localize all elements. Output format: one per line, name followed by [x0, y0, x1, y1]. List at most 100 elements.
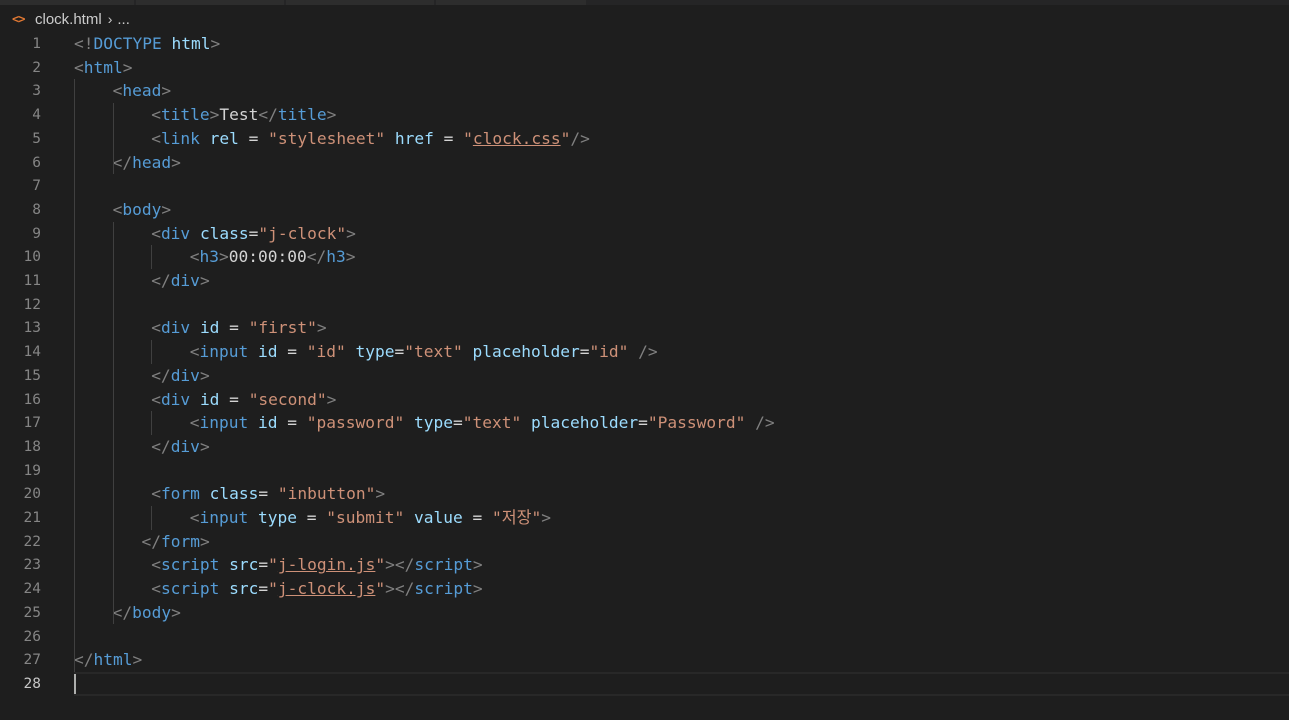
token-str: ": [560, 128, 571, 148]
code-line[interactable]: 28: [0, 671, 1289, 696]
token-link: clock.css: [472, 128, 561, 148]
token-punc: >: [161, 81, 172, 101]
code-line[interactable]: 26: [0, 625, 1289, 649]
code-line[interactable]: 19: [0, 459, 1289, 483]
code-line[interactable]: 3 <head>: [0, 79, 1289, 103]
token-str: "j-clock": [258, 223, 347, 243]
token-tag: div: [170, 436, 200, 456]
code-text: <input type = "submit" value = "저장">: [190, 508, 551, 528]
code-line[interactable]: 25 </body>: [0, 601, 1289, 625]
token-tag: html: [93, 650, 133, 670]
line-number: 10: [23, 249, 41, 266]
code-line[interactable]: 8 <body>: [0, 198, 1289, 222]
token-punc: />: [638, 342, 658, 362]
code-line[interactable]: 17 <input id = "password" type="text" pla…: [0, 411, 1289, 435]
token-punc: >: [345, 247, 356, 267]
indent-guide: [151, 340, 153, 364]
code-line[interactable]: 10 <h3>00:00:00</h3>: [0, 245, 1289, 269]
token-punc: <: [151, 223, 161, 243]
token-punc: >: [210, 34, 221, 53]
line-number: 23: [23, 557, 41, 574]
token-punc: >: [326, 389, 337, 409]
token-str: "Password": [647, 413, 746, 433]
code-line[interactable]: 9 <div class="j-clock">: [0, 222, 1289, 246]
code-line[interactable]: 6 </head>: [0, 151, 1289, 175]
token-tag: input: [199, 508, 249, 527]
code-line[interactable]: 2 <html>: [0, 56, 1289, 80]
code-line[interactable]: 7: [0, 174, 1289, 198]
line-number: 21: [23, 510, 41, 526]
token-punc: <: [151, 105, 161, 125]
token-str: "submit": [326, 508, 405, 527]
token-attr: type: [258, 508, 298, 527]
code-line[interactable]: 1 <!DOCTYPE html>: [0, 32, 1289, 56]
token-punc: />: [755, 413, 775, 433]
code-line[interactable]: 20 <form class= "inbutton">: [0, 482, 1289, 506]
line-number: 12: [23, 296, 41, 313]
token-tag: input: [199, 413, 249, 433]
indent-guide: [74, 79, 75, 672]
indent-guide: [151, 245, 153, 269]
token-text: =: [462, 508, 492, 527]
code-line[interactable]: 5 <link rel = "stylesheet" href = "clock.…: [0, 127, 1289, 151]
indent-guide: [151, 506, 153, 530]
code-line[interactable]: 21 <input type = "submit" value = "저장">: [0, 506, 1289, 530]
token-punc: <: [189, 508, 200, 527]
code-line[interactable]: 14 <input id = "id" type="text" placehold…: [0, 340, 1289, 364]
token-attr: placeholder: [472, 342, 580, 362]
token-attr: value: [413, 508, 463, 527]
line-number: 11: [23, 273, 41, 289]
token-tag: html: [83, 57, 123, 77]
token-attr: placeholder: [530, 413, 639, 433]
token-punc: >: [132, 650, 143, 670]
code-line[interactable]: 22 </form>: [0, 530, 1289, 554]
line-number: 14: [23, 344, 41, 361]
line-number: 6: [32, 154, 41, 171]
breadcrumb-more[interactable]: ...: [117, 11, 130, 28]
token-punc: <!: [74, 34, 94, 53]
token-attr: id: [258, 342, 278, 362]
token-tag: form: [161, 531, 201, 551]
token-punc: <: [151, 484, 161, 504]
code-text: <head>: [113, 81, 171, 101]
token-punc: >: [209, 105, 220, 125]
code-line[interactable]: 23 <script src="j-login.js"></script>: [0, 553, 1289, 577]
token-punc: >: [472, 555, 483, 575]
token-punc: </: [306, 247, 327, 267]
code-line[interactable]: 27 </html>: [0, 648, 1289, 672]
code-line[interactable]: 13 <div id = "first">: [0, 316, 1289, 340]
token-text: =: [433, 128, 464, 148]
code-line[interactable]: 18 </div>: [0, 435, 1289, 459]
token-tag: input: [199, 342, 249, 362]
token-tag: div: [160, 389, 191, 409]
token-text: =: [238, 128, 269, 148]
code-text: <body>: [113, 200, 171, 220]
token-punc: </: [151, 436, 171, 456]
token-tag: head: [132, 152, 172, 172]
code-line[interactable]: 11 </div>: [0, 269, 1289, 293]
token-attr: src: [229, 579, 259, 599]
code-line[interactable]: 24 <script src="j-clock.js"></script>: [0, 577, 1289, 601]
code-line[interactable]: 4 <title>Test</title>: [0, 103, 1289, 127]
code-line[interactable]: 12: [0, 293, 1289, 317]
code-editor[interactable]: 1 <!DOCTYPE html> 2 <html> 3 <head> 4 <title>Te…: [0, 32, 1289, 720]
line-number: 2: [32, 59, 41, 76]
token-text: =: [579, 342, 590, 362]
code-line[interactable]: 16 <div id = "second">: [0, 388, 1289, 412]
token-attr: id: [199, 389, 220, 409]
code-line[interactable]: 15 </div>: [0, 364, 1289, 388]
line-number: 16: [23, 391, 41, 408]
token-str: "first": [248, 318, 317, 338]
code-text: </form>: [142, 532, 210, 552]
token-punc: >: [326, 105, 337, 125]
breadcrumb-file[interactable]: clock.html: [35, 11, 102, 28]
code-text: <div id = "first">: [151, 318, 326, 338]
code-text: </html>: [74, 650, 142, 670]
token-text: =: [452, 413, 463, 433]
